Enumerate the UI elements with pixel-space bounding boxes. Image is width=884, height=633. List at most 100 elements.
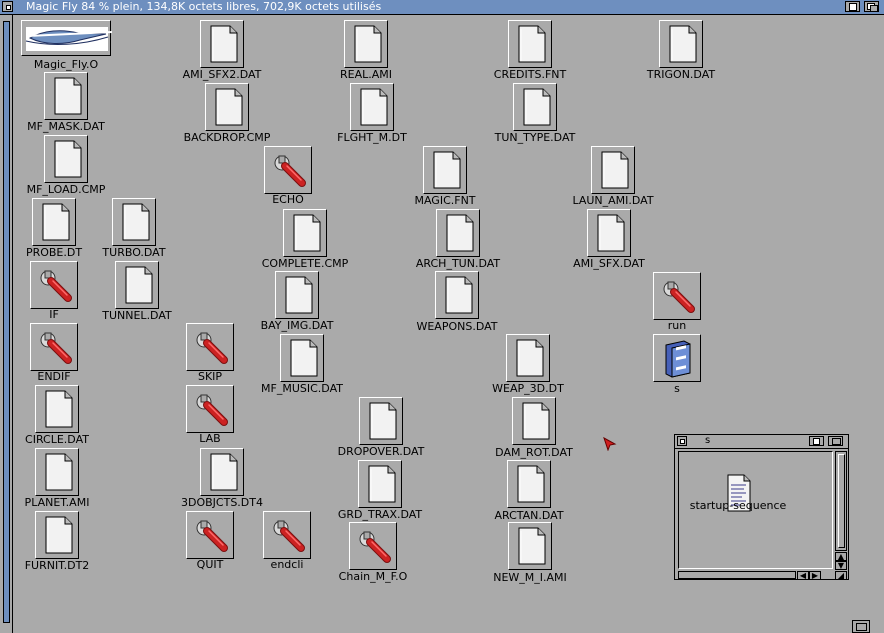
icon-label[interactable]: MF_LOAD.CMP [27, 183, 106, 196]
drawer-icon[interactable] [653, 334, 701, 382]
scroll-up-arrow[interactable]: ▲ [835, 552, 847, 561]
icon-label[interactable]: MF_MUSIC.DAT [261, 382, 343, 395]
document-icon[interactable] [508, 522, 552, 570]
document-icon[interactable] [506, 334, 550, 382]
document-icon[interactable] [44, 135, 88, 183]
icon-label[interactable]: FLGHT_M.DT [337, 131, 407, 144]
icon-label[interactable]: AMI_SFX2.DAT [183, 68, 262, 81]
icon-label[interactable]: ARCTAN.DAT [494, 509, 563, 522]
drawer-window-title-bar[interactable]: s [675, 435, 848, 449]
document-icon[interactable] [507, 460, 551, 508]
document-icon[interactable] [280, 334, 324, 382]
icon-label[interactable]: TRIGON.DAT [647, 68, 715, 81]
icon-label[interactable]: s [674, 382, 680, 395]
tool-wrench-icon[interactable] [30, 261, 78, 309]
tool-wrench-icon[interactable] [349, 522, 397, 570]
icon-label[interactable]: AMI_SFX.DAT [573, 257, 645, 270]
project-logo-icon[interactable] [21, 20, 112, 56]
icon-label[interactable]: FURNIT.DT2 [25, 559, 90, 572]
icon-label[interactable]: run [668, 319, 686, 332]
document-icon[interactable] [358, 460, 402, 508]
vertical-scrollbar[interactable] [0, 15, 13, 633]
document-icon[interactable] [200, 20, 244, 68]
document-icon[interactable] [591, 146, 635, 194]
document-icon[interactable] [283, 209, 327, 257]
icon-label[interactable]: ECHO [272, 193, 304, 206]
document-icon[interactable] [35, 448, 79, 496]
depth-gadget[interactable] [864, 1, 879, 12]
icon-label[interactable]: SKIP [198, 370, 222, 383]
resize-gadget[interactable] [852, 620, 870, 633]
drawer-close-gadget[interactable] [677, 436, 687, 446]
icon-label[interactable]: MAGIC.FNT [414, 194, 475, 207]
icon-label[interactable]: TUNNEL.DAT [102, 309, 171, 322]
icon-label[interactable]: Chain_M_F.O [339, 570, 408, 583]
icon-label[interactable]: PROBE.DT [26, 246, 82, 259]
document-icon[interactable] [508, 20, 552, 68]
document-icon[interactable] [350, 83, 394, 131]
icon-label[interactable]: BACKDROP.CMP [184, 131, 271, 144]
document-icon[interactable] [205, 83, 249, 131]
window-title-bar[interactable]: Magic Fly 84 % plein, 134,8K octets libr… [0, 0, 884, 15]
icon-label[interactable]: IF [49, 308, 59, 321]
document-icon[interactable] [513, 83, 557, 131]
document-icon[interactable] [423, 146, 467, 194]
drawer-horizontal-scrollbar[interactable] [678, 571, 796, 579]
document-icon[interactable] [435, 271, 479, 319]
close-gadget[interactable] [2, 1, 13, 12]
tool-wrench-icon[interactable] [264, 146, 312, 194]
icon-label[interactable]: startup-sequence [690, 499, 787, 512]
document-icon[interactable] [115, 261, 159, 309]
icon-label[interactable]: ARCH_TUN.DAT [416, 257, 500, 270]
icon-label[interactable]: ENDIF [37, 370, 70, 383]
icon-label[interactable]: BAY_IMG.DAT [261, 319, 334, 332]
icon-label[interactable]: DAM_ROT.DAT [495, 446, 573, 459]
icon-label[interactable]: Magic_Fly.O [34, 58, 98, 71]
tool-wrench-icon[interactable] [263, 511, 311, 559]
icon-label[interactable]: DROPOVER.DAT [338, 445, 425, 458]
document-icon[interactable] [275, 271, 319, 319]
document-icon[interactable] [32, 198, 76, 246]
scroll-down-arrow[interactable]: ▼ [835, 561, 847, 570]
drawer-window-s[interactable]: s startup-sequence ▲ ▼ ◀ ▶ ◢ [674, 434, 849, 580]
icon-label[interactable]: NEW_M_I.AMI [493, 571, 567, 584]
icon-label[interactable]: LAUN_AMI.DAT [572, 194, 653, 207]
drawer-zoom-gadget[interactable] [809, 436, 824, 446]
icon-label[interactable]: 3DOBJCTS.DT4 [181, 496, 263, 509]
icon-label[interactable]: TURBO.DAT [102, 246, 165, 259]
icon-label[interactable]: REAL.AMI [340, 68, 392, 81]
tool-wrench-icon[interactable] [186, 323, 234, 371]
document-icon[interactable] [359, 397, 403, 445]
tool-wrench-icon[interactable] [186, 385, 234, 433]
document-icon[interactable] [659, 20, 703, 68]
tool-wrench-icon[interactable] [186, 511, 234, 559]
scroll-left-arrow[interactable]: ◀ [797, 571, 809, 580]
tool-wrench-icon[interactable] [30, 323, 78, 371]
drawer-resize-gadget[interactable]: ◢ [835, 571, 847, 580]
document-icon[interactable] [44, 72, 88, 120]
document-icon[interactable] [436, 209, 480, 257]
document-icon[interactable] [35, 385, 79, 433]
document-icon[interactable] [35, 511, 79, 559]
tool-wrench-icon[interactable] [653, 272, 701, 320]
icon-label[interactable]: TUN_TYPE.DAT [495, 131, 576, 144]
drawer-vertical-scrollbar[interactable] [835, 451, 847, 551]
document-icon[interactable] [344, 20, 388, 68]
icon-label[interactable]: endcli [271, 558, 304, 571]
icon-label[interactable]: WEAP_3D.DT [492, 382, 564, 395]
icon-label[interactable]: WEAPONS.DAT [416, 320, 497, 333]
document-icon[interactable] [112, 198, 156, 246]
icon-label[interactable]: PLANET.AMI [25, 496, 90, 509]
icon-label[interactable]: MF_MASK.DAT [27, 120, 105, 133]
document-icon[interactable] [200, 448, 244, 496]
icon-label[interactable]: CIRCLE.DAT [25, 433, 89, 446]
icon-label[interactable]: CREDITS.FNT [494, 68, 566, 81]
icon-label[interactable]: COMPLETE.CMP [262, 257, 349, 270]
document-icon[interactable] [512, 397, 556, 445]
document-icon[interactable] [587, 209, 631, 257]
icon-label[interactable]: QUIT [197, 558, 224, 571]
drawer-depth-gadget[interactable] [828, 436, 843, 446]
zoom-gadget[interactable] [845, 1, 860, 12]
icon-label[interactable]: LAB [199, 432, 220, 445]
scroll-right-arrow[interactable]: ▶ [809, 571, 821, 580]
